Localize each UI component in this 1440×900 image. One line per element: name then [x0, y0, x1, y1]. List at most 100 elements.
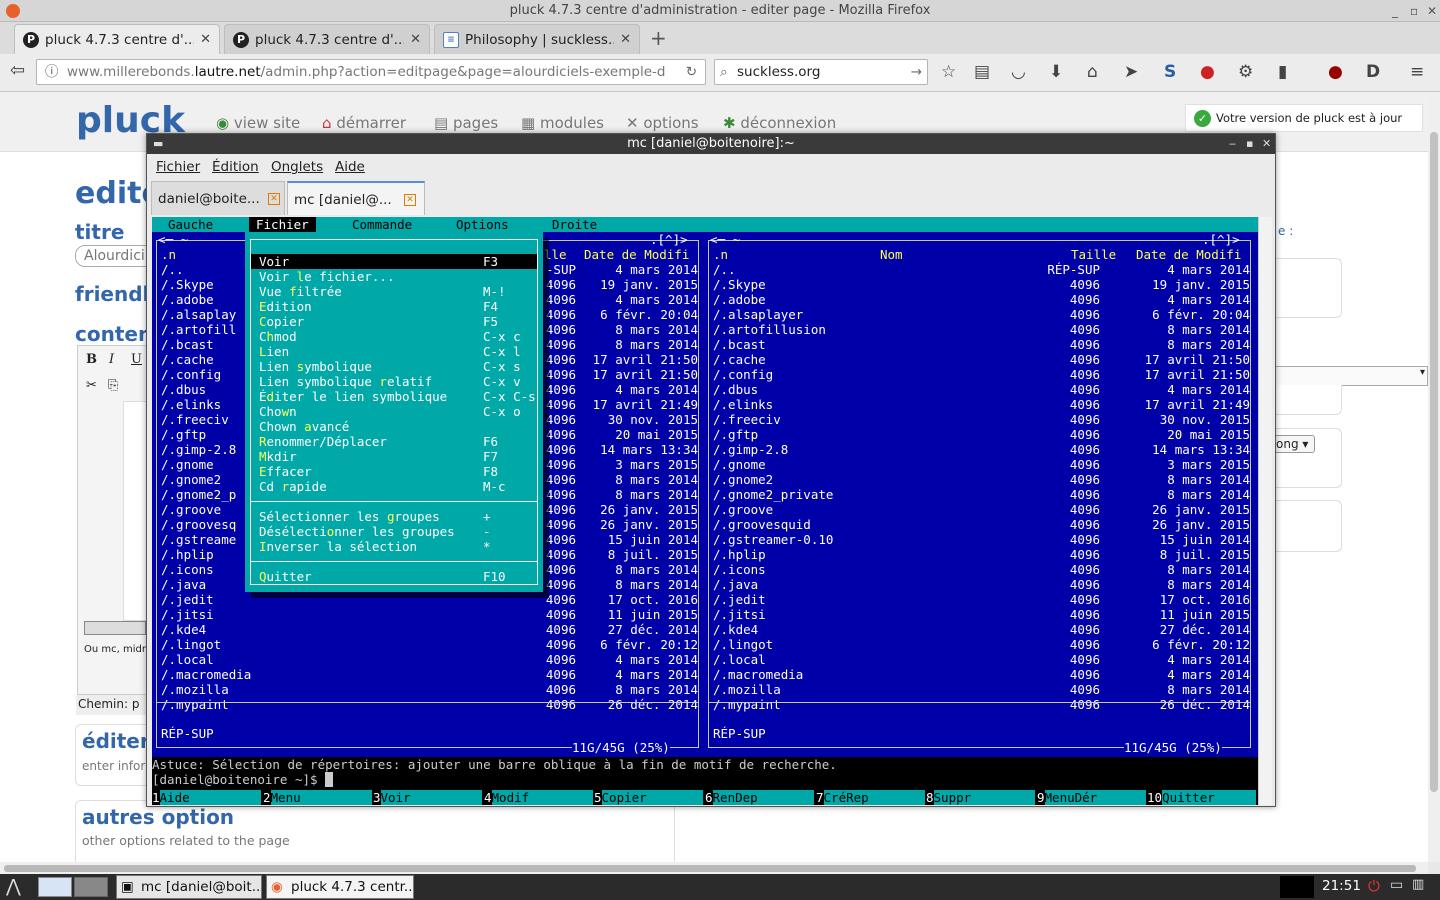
list-item[interactable]: /.jitsi 4096 11 juin 2015	[152, 607, 704, 622]
workspace-1[interactable]	[38, 877, 72, 897]
function-key-1[interactable]: 1Aide	[152, 790, 263, 805]
tab-pluck-2[interactable]: P pluck 4.7.3 centre d'... ✕	[224, 24, 430, 54]
list-item[interactable]: /.gnome2_private 4096 8 mars 2014	[704, 487, 1258, 502]
terminal-tab-2[interactable]: mc [daniel@... ✕	[287, 181, 425, 215]
menu-item[interactable]: Effacer F8	[251, 464, 537, 479]
list-item[interactable]: /.local 4096 4 mars 2014	[704, 652, 1258, 667]
function-key-4[interactable]: 4Modif	[484, 790, 595, 805]
list-item[interactable]: /.alsaplayer 4096 6 févr. 20:04	[704, 307, 1258, 322]
nav-deconnexion[interactable]: ✱ déconnexion	[723, 114, 836, 132]
close-icon[interactable]: ✕	[1262, 134, 1271, 154]
menu-item[interactable]: Chmod C-x c	[251, 329, 537, 344]
list-item[interactable]: /.gnome2 4096 8 mars 2014	[704, 472, 1258, 487]
list-item[interactable]: /.mypaint 4096 26 déc. 2014	[152, 697, 704, 712]
list-item[interactable]: /.groovesquid 4096 26 janv. 2015	[704, 517, 1258, 532]
search-input[interactable]: ⌕ suckless.org →	[714, 59, 928, 85]
menu-item[interactable]: Cd rapide M-c	[251, 479, 537, 494]
menu-item[interactable]: Lien symbolique relatif C-x v	[251, 374, 537, 389]
list-item[interactable]: /.freeciv 4096 30 nov. 2015	[704, 412, 1258, 427]
list-item[interactable]: /.lingot 4096 6 févr. 20:12	[152, 637, 704, 652]
list-item[interactable]: /.elinks 4096 17 avril 21:49	[704, 397, 1258, 412]
mc-menu-gauche[interactable]: Gauche	[168, 217, 213, 232]
clock[interactable]: 21:51	[1322, 878, 1361, 894]
minimize-icon[interactable]: _	[1392, 0, 1398, 22]
list-item[interactable]: /.. RÉP-SUP 4 mars 2014	[704, 262, 1258, 277]
network-icon[interactable]: ▥	[1412, 877, 1424, 892]
list-item[interactable]: /.gftp 4096 20 mai 2015	[704, 427, 1258, 442]
list-item[interactable]: /.lingot 4096 6 févr. 20:12	[704, 637, 1258, 652]
extension-icon[interactable]: ⚙	[1238, 62, 1253, 82]
tab-close-icon[interactable]: ✕	[620, 32, 631, 47]
back-arrow-icon[interactable]: ⇦	[10, 60, 25, 81]
menu-item[interactable]: Voir le fichier...	[251, 269, 537, 284]
info-icon[interactable]: ⓘ	[45, 60, 59, 84]
menu-item[interactable]: Inverser la sélection *	[251, 539, 537, 554]
menu-aide[interactable]: Aide	[335, 154, 365, 180]
editor-toolbar[interactable]	[84, 621, 146, 635]
task-firefox[interactable]: ◉ pluck 4.7.3 centr...	[266, 875, 414, 899]
window-menu-icon[interactable]: ▬	[153, 134, 163, 154]
list-item[interactable]: /.config 4096 17 avril 21:50	[704, 367, 1258, 382]
language-select[interactable]: ong ▾	[1273, 435, 1315, 453]
display-icon[interactable]: ▭	[1390, 877, 1403, 893]
scrollbar-thumb[interactable]	[1430, 132, 1438, 792]
menu-item[interactable]: Chown C-x o	[251, 404, 537, 419]
function-key-7[interactable]: 7CréRep	[816, 790, 927, 805]
function-key-5[interactable]: 5Copier	[594, 790, 705, 805]
list-item[interactable]: /.gnome 4096 3 mars 2015	[704, 457, 1258, 472]
nav-demarrer[interactable]: ⌂ démarrer	[322, 114, 406, 132]
function-key-6[interactable]: 6RenDep	[705, 790, 816, 805]
menu-item[interactable]: Edition F4	[251, 299, 537, 314]
tab-close-icon[interactable]: ✕	[200, 32, 211, 47]
tab-pluck-1[interactable]: P pluck 4.7.3 centre d'... ✕	[14, 24, 220, 54]
list-item[interactable]: /.adobe 4096 4 mars 2014	[704, 292, 1258, 307]
list-item[interactable]: /.mozilla 4096 8 mars 2014	[152, 682, 704, 697]
title-input[interactable]: Alourdici	[75, 245, 155, 267]
list-item[interactable]: /.icons 4096 8 mars 2014	[704, 562, 1258, 577]
menu-item[interactable]: Voir F3	[251, 254, 537, 269]
menu-item[interactable]: Lien symbolique C-x s	[251, 359, 537, 374]
menu-item[interactable]: Copier F5	[251, 314, 537, 329]
function-key-3[interactable]: 3Voir	[373, 790, 484, 805]
menu-item[interactable]: Sélectionner les groupes +	[251, 509, 537, 524]
menu-item[interactable]: Lien C-x l	[251, 344, 537, 359]
list-item[interactable]: /.groove 4096 26 janv. 2015	[704, 502, 1258, 517]
mc-menu-commande[interactable]: Commande	[352, 217, 412, 232]
start-menu-icon[interactable]: ⋀	[6, 876, 21, 897]
reload-icon[interactable]: ↻	[686, 60, 697, 84]
horizontal-scrollbar[interactable]	[0, 862, 1428, 874]
send-icon[interactable]: ➤	[1124, 62, 1138, 82]
menu-item[interactable]: Chown avancé	[251, 419, 537, 434]
tab-close-icon[interactable]: ✕	[268, 193, 280, 205]
terminal-scrollbar[interactable]	[1258, 217, 1272, 805]
function-key-2[interactable]: 2Menu	[263, 790, 374, 805]
function-key-8[interactable]: 8Suppr	[926, 790, 1037, 805]
terminal-tab-1[interactable]: daniel@boite... ✕	[151, 181, 285, 215]
mc-menu-droite[interactable]: Droite	[552, 217, 597, 232]
tab-close-icon[interactable]: ✕	[410, 32, 421, 47]
search-go-icon[interactable]: →	[911, 60, 922, 84]
nav-view-site[interactable]: ◉ view site	[216, 114, 300, 132]
list-item[interactable]: /.hplip 4096 8 juil. 2015	[704, 547, 1258, 562]
function-key-10[interactable]: 10Quitter	[1147, 790, 1258, 805]
list-item[interactable]: /.macromedia 4096 4 mars 2014	[152, 667, 704, 682]
copy-icon[interactable]: ⎘	[108, 378, 118, 393]
list-item[interactable]: /.jedit 4096 17 oct. 2016	[152, 592, 704, 607]
mc-menu-fichier[interactable]: Fichier	[249, 217, 316, 232]
menu-item[interactable]: Désélectionner les groupes -	[251, 524, 537, 539]
list-item[interactable]: /.jedit 4096 17 oct. 2016	[704, 592, 1258, 607]
right-select[interactable]: ▾	[1272, 366, 1428, 386]
wysiwyg-editor[interactable]: B I U ✂ ⎘ Ou mc, midnig	[77, 345, 157, 695]
mc-right-panel[interactable]: <─ ~ .[^]> .n Nom Taille Date de Modifi …	[704, 232, 1258, 757]
mc-menu-options[interactable]: Options	[456, 217, 509, 232]
function-key-9[interactable]: 9MenuDér	[1037, 790, 1148, 805]
list-item[interactable]: /.kde4 4096 27 déc. 2014	[704, 622, 1258, 637]
menu-item[interactable]: Quitter F10	[251, 569, 537, 584]
list-item[interactable]: /.macromedia 4096 4 mars 2014	[704, 667, 1258, 682]
mc-command-line[interactable]: [daniel@boitenoire ~]$	[152, 772, 333, 787]
menu-item[interactable]: Vue filtrée M-!	[251, 284, 537, 299]
hamburger-menu-icon[interactable]: ≡	[1410, 62, 1424, 82]
addon-icon[interactable]: ●	[1200, 62, 1215, 82]
bold-icon[interactable]: B	[86, 352, 97, 367]
close-icon[interactable]: ✕	[1427, 0, 1437, 22]
